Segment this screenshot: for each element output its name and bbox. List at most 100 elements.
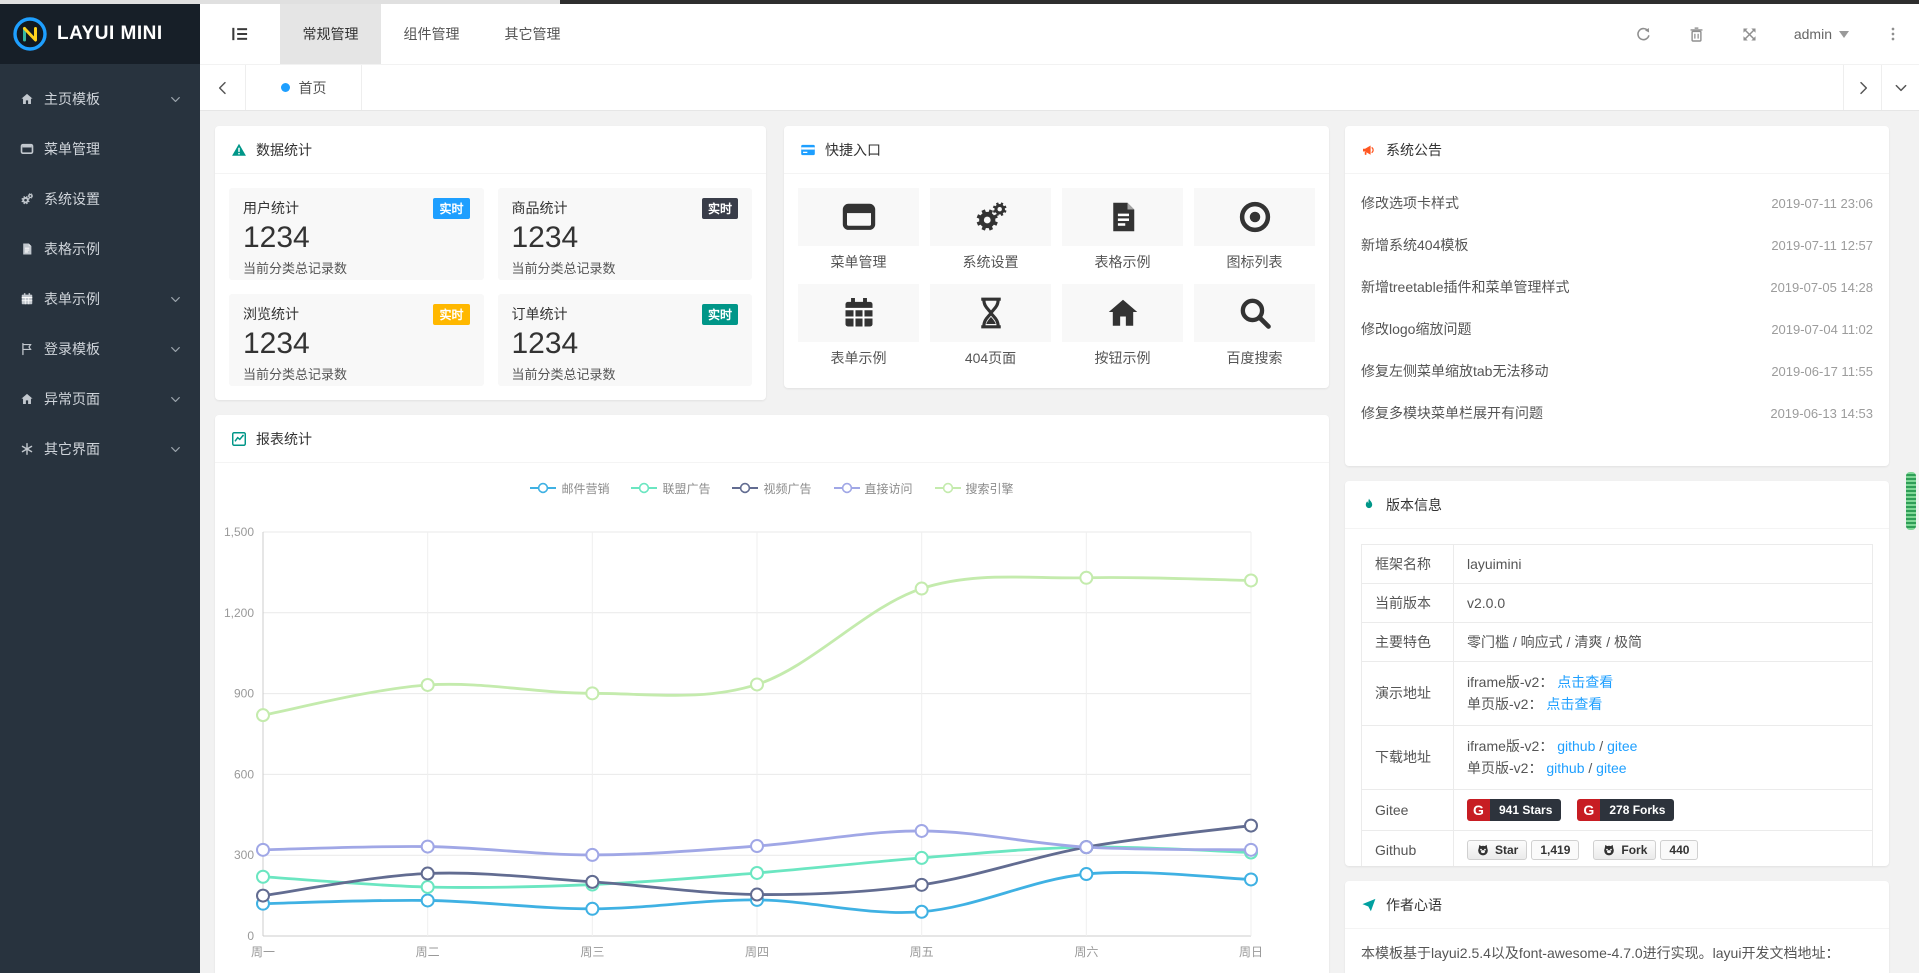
stat-caption: 当前分类总记录数 xyxy=(512,364,739,383)
paper-plane-icon xyxy=(1361,897,1377,913)
svg-text:900: 900 xyxy=(234,687,254,701)
quick-entry-label: 表单示例 xyxy=(798,348,919,368)
chevron-down-icon xyxy=(169,343,182,356)
stats-card-title: 数据统计 xyxy=(256,140,312,160)
announcement-row-0[interactable]: 修改选项卡样式 2019-07-11 23:06 xyxy=(1361,182,1873,224)
line-chart: 03006009001,2001,500周一周二周三周四周五周六周日 xyxy=(215,501,1329,971)
legend-item-2[interactable]: 视频广告 xyxy=(732,480,811,497)
file-icon xyxy=(1062,188,1183,246)
tab-home-label: 首页 xyxy=(299,78,327,98)
version-link[interactable]: 点击查看 xyxy=(1546,696,1602,712)
announcement-row-2[interactable]: 新增treetable插件和菜单管理样式 2019-07-05 14:28 xyxy=(1361,266,1873,308)
active-tab-dot xyxy=(281,83,290,92)
legend-item-3[interactable]: 直接访问 xyxy=(834,480,913,497)
trash-icon[interactable] xyxy=(1688,26,1705,43)
svg-text:周二: 周二 xyxy=(416,945,440,959)
version-row-label: 框架名称 xyxy=(1362,545,1454,584)
stat-value: 1234 xyxy=(243,219,470,257)
github-count[interactable]: 1,419 xyxy=(1531,840,1579,860)
sidebar-item-4[interactable]: 表单示例 xyxy=(0,274,200,324)
legend-label: 联盟广告 xyxy=(662,480,710,497)
legend-item-0[interactable]: 邮件营销 xyxy=(530,480,609,497)
sidebar-item-6[interactable]: 异常页面 xyxy=(0,374,200,424)
layui-logo-icon xyxy=(12,16,48,52)
tab-scroll-right-button[interactable] xyxy=(1843,65,1881,110)
top-nav-tab-1[interactable]: 组件管理 xyxy=(381,4,482,64)
version-row-6: Github Star 1,419 Fork 440 xyxy=(1362,830,1873,866)
stat-box-1: 商品统计 1234 当前分类总记录数 实时 xyxy=(498,188,753,280)
chevron-down-icon xyxy=(169,93,182,106)
top-nav-tabs: 常规管理组件管理其它管理 xyxy=(280,4,583,64)
sidebar-item-0[interactable]: 主页模板 xyxy=(0,74,200,124)
sidebar-fold-button[interactable] xyxy=(200,4,280,64)
legend-item-1[interactable]: 联盟广告 xyxy=(631,480,710,497)
page-content: 数据统计 用户统计 1234 当前分类总记录数 实时 商品统计 1234 当前分… xyxy=(200,111,1919,973)
logo: LAYUI MINI xyxy=(0,4,200,64)
version-row-label: Github xyxy=(1362,830,1454,866)
quick-entry-1[interactable]: 系统设置 xyxy=(930,188,1051,272)
github-star-button[interactable]: Star xyxy=(1467,840,1527,860)
stat-caption: 当前分类总记录数 xyxy=(243,258,470,277)
legend-item-4[interactable]: 搜索引擎 xyxy=(935,480,1014,497)
stats-card: 数据统计 用户统计 1234 当前分类总记录数 实时 商品统计 1234 当前分… xyxy=(215,126,766,400)
expand-icon[interactable] xyxy=(1741,26,1758,43)
refresh-icon[interactable] xyxy=(1635,26,1652,43)
legend-marker xyxy=(935,482,961,494)
user-menu[interactable]: admin xyxy=(1794,26,1849,42)
announcement-row-3[interactable]: 修改logo缩放问题 2019-07-04 11:02 xyxy=(1361,308,1873,350)
legend-marker xyxy=(834,482,860,494)
svg-text:周六: 周六 xyxy=(1074,945,1098,959)
svg-text:600: 600 xyxy=(234,767,254,781)
tab-scroll-left-button[interactable] xyxy=(200,65,246,110)
announcement-row-1[interactable]: 新增系统404模板 2019-07-11 12:57 xyxy=(1361,224,1873,266)
gitee-badge[interactable]: G 941 Stars xyxy=(1467,799,1561,821)
snowflake-icon xyxy=(1062,284,1183,342)
top-header: 常规管理组件管理其它管理 admin xyxy=(200,4,1919,64)
quick-entry-3[interactable]: 图标列表 xyxy=(1194,188,1315,272)
fold-icon xyxy=(230,24,250,44)
quick-entry-5[interactable]: 404页面 xyxy=(930,284,1051,368)
github-count[interactable]: 440 xyxy=(1660,840,1698,860)
gitee-badge[interactable]: G 278 Forks xyxy=(1577,799,1674,821)
top-nav-tab-0[interactable]: 常规管理 xyxy=(280,4,381,64)
quick-entry-7[interactable]: 百度搜索 xyxy=(1194,284,1315,368)
quick-entry-0[interactable]: 菜单管理 xyxy=(798,188,919,272)
quick-entry-label: 系统设置 xyxy=(930,252,1051,272)
realtime-badge: 实时 xyxy=(702,198,738,219)
sidebar-item-5[interactable]: 登录模板 xyxy=(0,324,200,374)
version-row-label: 下载地址 xyxy=(1362,725,1454,789)
sidebar: LAYUI MINI 主页模板 菜单管理 系统设置 表格示例 表单示例 登录模板 xyxy=(0,4,200,973)
window-icon xyxy=(20,142,44,156)
more-dots-icon[interactable] xyxy=(1885,26,1901,42)
quick-entry-6[interactable]: 按钮示例 xyxy=(1062,284,1183,368)
version-value: 零门槛 / 响应式 / 清爽 / 极简 xyxy=(1467,634,1642,650)
version-row-1: 当前版本 v2.0.0 xyxy=(1362,584,1873,623)
quick-entry-card: 快捷入口 菜单管理 系统设置 表格示例 图标列表 表单示例 404页面 按钮示例 xyxy=(784,126,1329,388)
sidebar-item-2[interactable]: 系统设置 xyxy=(0,174,200,224)
warning-triangle-icon xyxy=(231,142,247,158)
sidebar-item-label: 系统设置 xyxy=(44,189,182,209)
sidebar-item-3[interactable]: 表格示例 xyxy=(0,224,200,274)
gitee-icon: G xyxy=(1577,799,1600,821)
top-nav-tab-2[interactable]: 其它管理 xyxy=(482,4,583,64)
version-link[interactable]: gitee xyxy=(1607,738,1637,754)
version-link[interactable]: github xyxy=(1557,738,1595,754)
page-scrollbar-thumb[interactable] xyxy=(1906,472,1916,530)
version-link[interactable]: 点击查看 xyxy=(1557,674,1613,690)
tab-operations-button[interactable] xyxy=(1881,65,1919,110)
sidebar-item-1[interactable]: 菜单管理 xyxy=(0,124,200,174)
version-link[interactable]: github xyxy=(1546,760,1584,776)
version-link[interactable]: gitee xyxy=(1596,760,1626,776)
flag-icon xyxy=(20,342,44,356)
announcement-row-4[interactable]: 修复左侧菜单缩放tab无法移动 2019-06-17 11:55 xyxy=(1361,350,1873,392)
stat-caption: 当前分类总记录数 xyxy=(243,364,470,383)
tab-home[interactable]: 首页 xyxy=(246,65,362,110)
announcement-row-5[interactable]: 修复多模块菜单栏展开有问题 2019-06-13 14:53 xyxy=(1361,392,1873,434)
sidebar-item-label: 主页模板 xyxy=(44,89,169,109)
quick-entry-2[interactable]: 表格示例 xyxy=(1062,188,1183,272)
version-value: v2.0.0 xyxy=(1467,595,1505,611)
sidebar-item-7[interactable]: 其它界面 xyxy=(0,424,200,474)
github-fork-button[interactable]: Fork xyxy=(1593,840,1656,860)
quick-entry-4[interactable]: 表单示例 xyxy=(798,284,919,368)
quick-entry-label: 百度搜索 xyxy=(1194,348,1315,368)
